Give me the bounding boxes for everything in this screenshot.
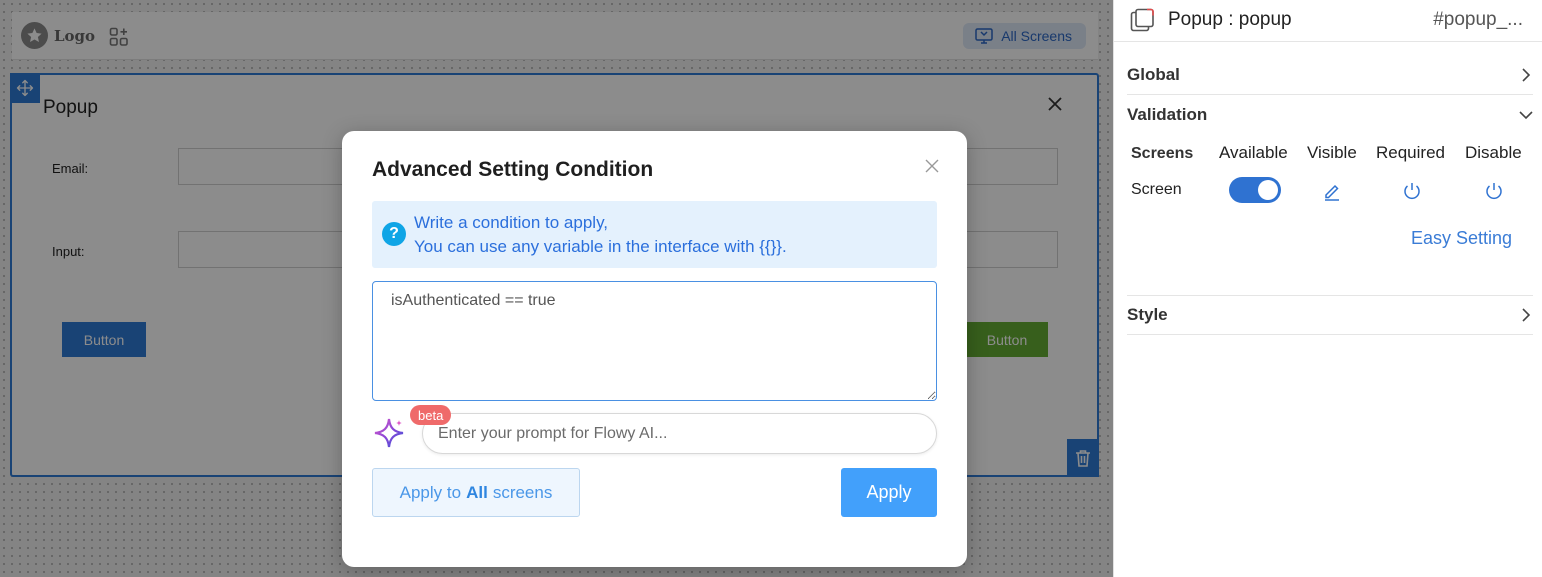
pencil-icon[interactable] (1322, 181, 1342, 201)
chevron-right-icon (1522, 308, 1531, 322)
info-line-1: Write a condition to apply, (414, 213, 609, 232)
section-validation-title: Validation (1127, 105, 1208, 124)
panel-title: Popup : popup (1168, 9, 1292, 30)
section-style[interactable]: Style (1127, 295, 1533, 335)
power-icon[interactable] (1484, 181, 1504, 201)
column-available: Available (1219, 143, 1288, 162)
section-global[interactable]: Global (1127, 55, 1533, 95)
section-validation[interactable]: Validation (1127, 95, 1533, 135)
close-icon[interactable] (925, 159, 939, 173)
chevron-down-icon (1519, 111, 1533, 120)
chevron-right-icon (1522, 67, 1531, 82)
popup-icon (1130, 8, 1155, 33)
sparkle-icon (372, 416, 406, 450)
condition-input[interactable] (372, 281, 937, 401)
column-required: Required (1376, 143, 1445, 162)
apply-all-prefix: Apply to (399, 482, 462, 502)
easy-setting-link[interactable]: Easy Setting (1411, 228, 1512, 249)
help-icon: ? (382, 222, 406, 246)
component-id: #popup_... (1433, 9, 1523, 30)
section-style-title: Style (1127, 305, 1168, 324)
column-screens: Screens (1131, 145, 1194, 162)
modal-title: Advanced Setting Condition (372, 158, 654, 181)
apply-all-suffix: screens (492, 482, 553, 502)
beta-badge: beta (410, 405, 452, 425)
info-box: ? Write a condition to apply, You can us… (372, 201, 937, 268)
flowy-ai-prompt-input[interactable] (422, 413, 937, 454)
toggle-knob (1258, 180, 1278, 200)
section-global-title: Global (1127, 64, 1180, 84)
apply-all-bold: All (466, 482, 488, 502)
info-line-2: You can use any variable in the interfac… (414, 237, 787, 256)
advanced-setting-modal: Advanced Setting Condition ? Write a con… (342, 131, 967, 567)
panel-header: Popup : popup #popup_... (1114, 0, 1542, 42)
apply-all-screens-button[interactable]: Apply to All screens (372, 468, 580, 517)
row-screen-label: Screen (1131, 181, 1182, 198)
available-toggle[interactable] (1229, 177, 1281, 203)
column-disable: Disable (1465, 143, 1522, 162)
column-visible: Visible (1307, 143, 1357, 162)
power-icon[interactable] (1402, 181, 1422, 201)
properties-panel: Popup : popup #popup_... Global Validati… (1113, 0, 1542, 577)
apply-button[interactable]: Apply (841, 468, 937, 517)
